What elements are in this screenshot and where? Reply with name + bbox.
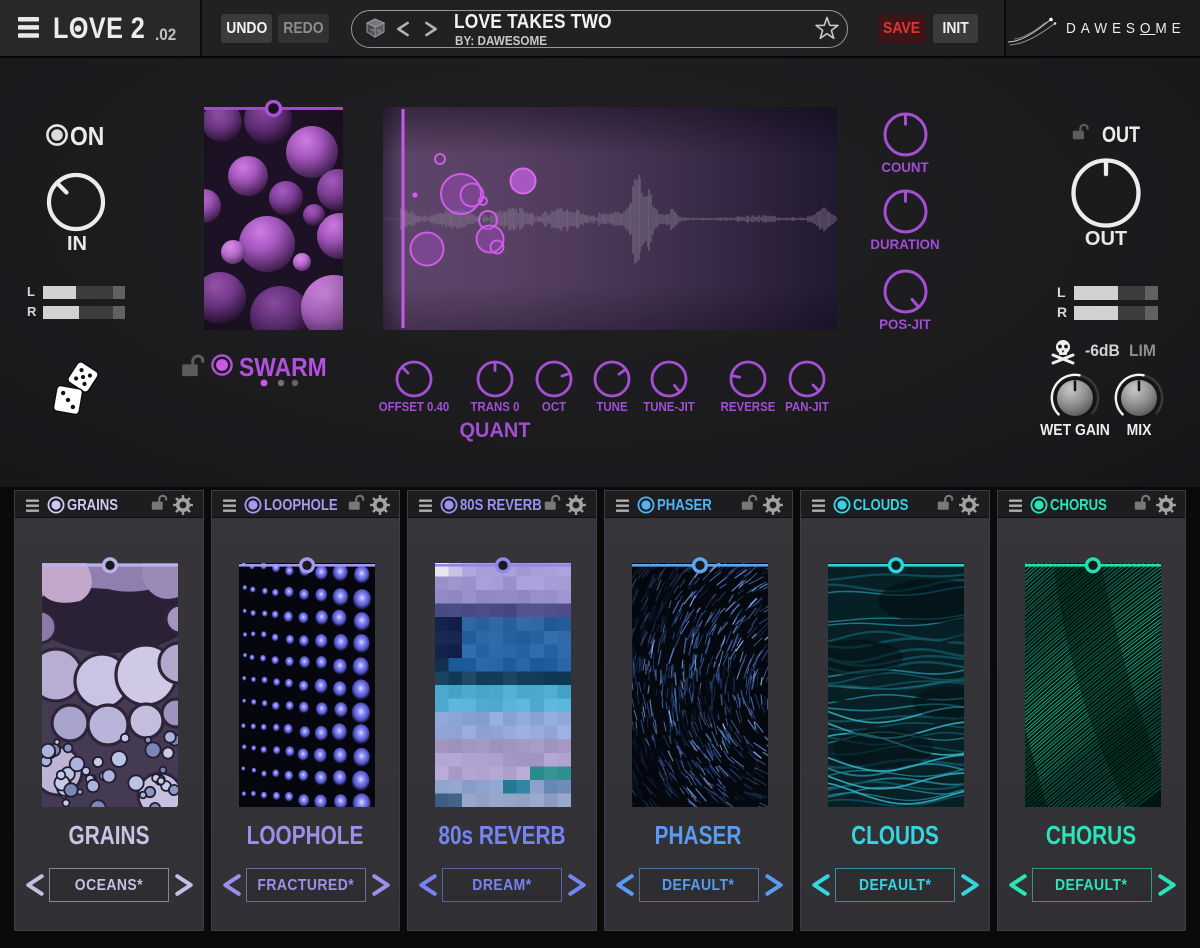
svg-text:?: ?: [370, 29, 374, 36]
svg-text:?: ?: [377, 30, 381, 37]
